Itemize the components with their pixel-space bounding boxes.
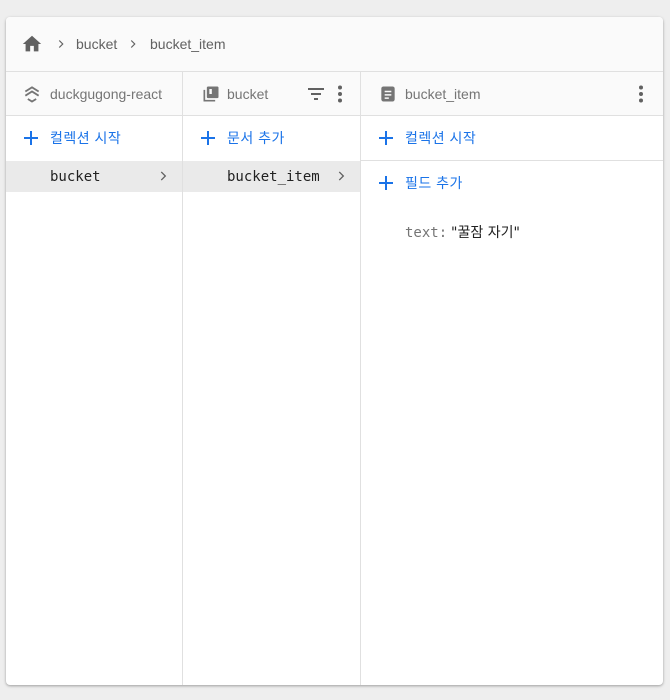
- plus-icon: [379, 131, 393, 145]
- plus-icon: [379, 176, 393, 190]
- add-document-button[interactable]: 문서 추가: [183, 116, 360, 160]
- chevron-right-icon: [160, 171, 167, 181]
- collection-column-header: bucket: [183, 72, 360, 116]
- breadcrumb: bucket bucket_item: [6, 17, 663, 72]
- add-document-label: 문서 추가: [227, 130, 285, 146]
- field-key: text:: [405, 225, 448, 241]
- start-collection-label: 컬렉션 시작: [50, 130, 122, 146]
- firestore-data-panel: bucket bucket_item duckgugong-react 컬렉션 …: [6, 17, 663, 685]
- document-field[interactable]: text: "꿀잠 자기": [405, 222, 520, 243]
- document-title: bucket_item: [405, 86, 481, 102]
- start-subcollection-label: 컬렉션 시작: [405, 130, 477, 146]
- root-column-header: duckgugong-react: [6, 72, 182, 116]
- home-icon[interactable]: [21, 33, 43, 55]
- chevron-right-icon: [338, 171, 345, 181]
- data-columns: duckgugong-react 컬렉션 시작 bucket bucket 문서…: [6, 72, 663, 685]
- plus-icon: [24, 131, 38, 145]
- add-field-button[interactable]: 필드 추가: [361, 161, 663, 205]
- plus-icon: [201, 131, 215, 145]
- start-collection-button[interactable]: 컬렉션 시작: [6, 116, 182, 160]
- collection-icon: [203, 86, 219, 102]
- field-value: "꿀잠 자기": [451, 225, 520, 241]
- start-subcollection-button[interactable]: 컬렉션 시작: [361, 116, 663, 160]
- collection-item-label: bucket: [50, 169, 101, 185]
- document-item-bucket-item[interactable]: bucket_item: [183, 161, 360, 192]
- more-vert-icon[interactable]: [328, 82, 352, 106]
- collection-item-bucket[interactable]: bucket: [6, 161, 182, 192]
- collection-title: bucket: [227, 86, 269, 102]
- collection-column: bucket 문서 추가 bucket_item: [183, 72, 361, 685]
- document-column-header: bucket_item: [361, 72, 663, 116]
- add-field-label: 필드 추가: [405, 175, 463, 191]
- filter-icon[interactable]: [304, 82, 328, 106]
- chevron-right-icon: [130, 40, 136, 48]
- breadcrumb-item-bucket-item[interactable]: bucket_item: [150, 34, 225, 54]
- collections-stack-icon: [24, 86, 40, 103]
- project-title: duckgugong-react: [50, 86, 163, 102]
- root-column: duckgugong-react 컬렉션 시작 bucket: [6, 72, 183, 685]
- document-column: bucket_item 컬렉션 시작 필드 추가 text: "꿀잠 자기": [361, 72, 663, 685]
- chevron-right-icon: [58, 40, 64, 48]
- breadcrumb-item-bucket[interactable]: bucket: [76, 34, 117, 54]
- document-icon: [381, 86, 395, 102]
- more-vert-icon[interactable]: [629, 82, 653, 106]
- document-item-label: bucket_item: [227, 169, 320, 185]
